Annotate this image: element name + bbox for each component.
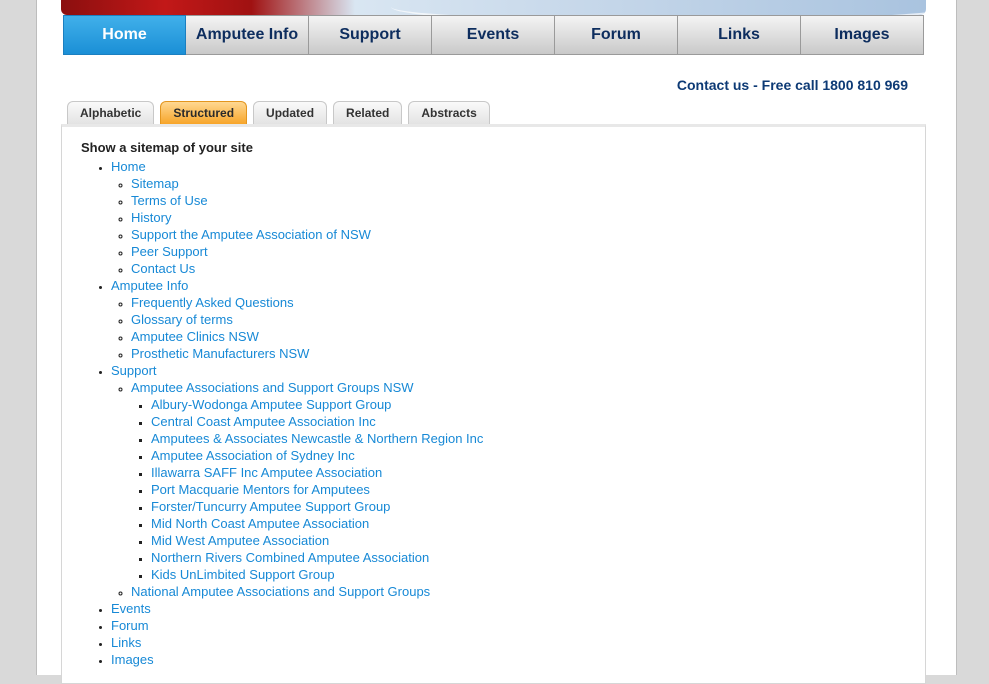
list-item: Central Coast Amputee Association Inc [151, 413, 483, 430]
list-item: Amputee Association of Sydney Inc [151, 447, 483, 464]
link-sitemap[interactable]: Sitemap [131, 176, 179, 191]
link-group[interactable]: Mid North Coast Amputee Association [151, 516, 369, 531]
link-contact-us[interactable]: Contact Us [131, 261, 195, 276]
list-item: Contact Us [131, 260, 483, 277]
link-home[interactable]: Home [111, 159, 146, 174]
link-amputee-info[interactable]: Amputee Info [111, 278, 188, 293]
list-item: Terms of Use [131, 192, 483, 209]
tab-structured[interactable]: Structured [160, 101, 248, 124]
list-item: Images [111, 651, 483, 668]
list-item: Glossary of terms [131, 311, 483, 328]
tab-alphabetic[interactable]: Alphabetic [67, 101, 155, 124]
link-group[interactable]: Forster/Tuncurry Amputee Support Group [151, 499, 390, 514]
nav-amputee-info[interactable]: Amputee Info [186, 15, 309, 55]
list-item: Peer Support [131, 243, 483, 260]
list-item: Mid North Coast Amputee Association [151, 515, 483, 532]
nav-events[interactable]: Events [432, 15, 555, 55]
list-item: Northern Rivers Combined Amputee Associa… [151, 549, 483, 566]
link-group[interactable]: Mid West Amputee Association [151, 533, 329, 548]
link-images[interactable]: Images [111, 652, 154, 667]
link-support[interactable]: Support [111, 363, 157, 378]
sublist-amputee-info: Frequently Asked Questions Glossary of t… [111, 294, 483, 362]
sitemap-tabs: Alphabetic Structured Updated Related Ab… [67, 101, 490, 125]
tab-updated[interactable]: Updated [253, 101, 328, 124]
link-group[interactable]: Central Coast Amputee Association Inc [151, 414, 376, 429]
nav-support[interactable]: Support [309, 15, 432, 55]
link-terms-of-use[interactable]: Terms of Use [131, 193, 208, 208]
sublist-nsw-groups: Albury-Wodonga Amputee Support Group Cen… [131, 396, 483, 583]
list-item: Amputee Info Frequently Asked Questions … [111, 277, 483, 362]
sitemap-tree: Home Sitemap Terms of Use History Suppor… [111, 158, 483, 668]
link-history[interactable]: History [131, 210, 171, 225]
link-group[interactable]: Port Macquarie Mentors for Amputees [151, 482, 370, 497]
list-item: Illawarra SAFF Inc Amputee Association [151, 464, 483, 481]
sublist-home: Sitemap Terms of Use History Support the… [111, 175, 483, 277]
link-links[interactable]: Links [111, 635, 141, 650]
sublist-support: Amputee Associations and Support Groups … [111, 379, 483, 600]
link-group[interactable]: Illawarra SAFF Inc Amputee Association [151, 465, 382, 480]
link-nsw-groups[interactable]: Amputee Associations and Support Groups … [131, 380, 414, 395]
link-peer-support[interactable]: Peer Support [131, 244, 208, 259]
main-nav: Home Amputee Info Support Events Forum L… [63, 15, 924, 55]
list-item: Mid West Amputee Association [151, 532, 483, 549]
header-banner [61, 0, 926, 15]
list-item: Albury-Wodonga Amputee Support Group [151, 396, 483, 413]
link-group[interactable]: Amputees & Associates Newcastle & Northe… [151, 431, 483, 446]
list-item: Port Macquarie Mentors for Amputees [151, 481, 483, 498]
list-item: Amputee Associations and Support Groups … [131, 379, 483, 583]
link-group[interactable]: Kids UnLimbited Support Group [151, 567, 335, 582]
list-item: Amputees & Associates Newcastle & Northe… [151, 430, 483, 447]
nav-forum[interactable]: Forum [555, 15, 678, 55]
link-events[interactable]: Events [111, 601, 151, 616]
link-manufacturers[interactable]: Prosthetic Manufacturers NSW [131, 346, 309, 361]
contact-phone: Contact us - Free call 1800 810 969 [676, 77, 908, 93]
list-item: Forum [111, 617, 483, 634]
list-item: Kids UnLimbited Support Group [151, 566, 483, 583]
list-item: Forster/Tuncurry Amputee Support Group [151, 498, 483, 515]
link-group[interactable]: Amputee Association of Sydney Inc [151, 448, 355, 463]
list-item: National Amputee Associations and Suppor… [131, 583, 483, 600]
tab-related[interactable]: Related [333, 101, 403, 124]
link-forum[interactable]: Forum [111, 618, 149, 633]
list-item: Events [111, 600, 483, 617]
link-glossary[interactable]: Glossary of terms [131, 312, 233, 327]
nav-images[interactable]: Images [801, 15, 924, 55]
list-item: Links [111, 634, 483, 651]
list-item: Support the Amputee Association of NSW [131, 226, 483, 243]
link-group[interactable]: Northern Rivers Combined Amputee Associa… [151, 550, 429, 565]
banner-swoosh [391, 0, 926, 15]
list-item: Sitemap [131, 175, 483, 192]
link-faq[interactable]: Frequently Asked Questions [131, 295, 294, 310]
list-item: Support Amputee Associations and Support… [111, 362, 483, 600]
link-clinics[interactable]: Amputee Clinics NSW [131, 329, 259, 344]
nav-links[interactable]: Links [678, 15, 801, 55]
list-item: Home Sitemap Terms of Use History Suppor… [111, 158, 483, 277]
nav-home[interactable]: Home [63, 15, 186, 55]
link-support-association[interactable]: Support the Amputee Association of NSW [131, 227, 371, 242]
link-group[interactable]: Albury-Wodonga Amputee Support Group [151, 397, 391, 412]
list-item: Prosthetic Manufacturers NSW [131, 345, 483, 362]
link-national-groups[interactable]: National Amputee Associations and Suppor… [131, 584, 430, 599]
list-item: History [131, 209, 483, 226]
sitemap-panel: Show a sitemap of your site Home Sitemap… [61, 124, 926, 684]
sitemap-heading: Show a sitemap of your site [81, 140, 253, 155]
tab-abstracts[interactable]: Abstracts [408, 101, 490, 124]
list-item: Amputee Clinics NSW [131, 328, 483, 345]
list-item: Frequently Asked Questions [131, 294, 483, 311]
